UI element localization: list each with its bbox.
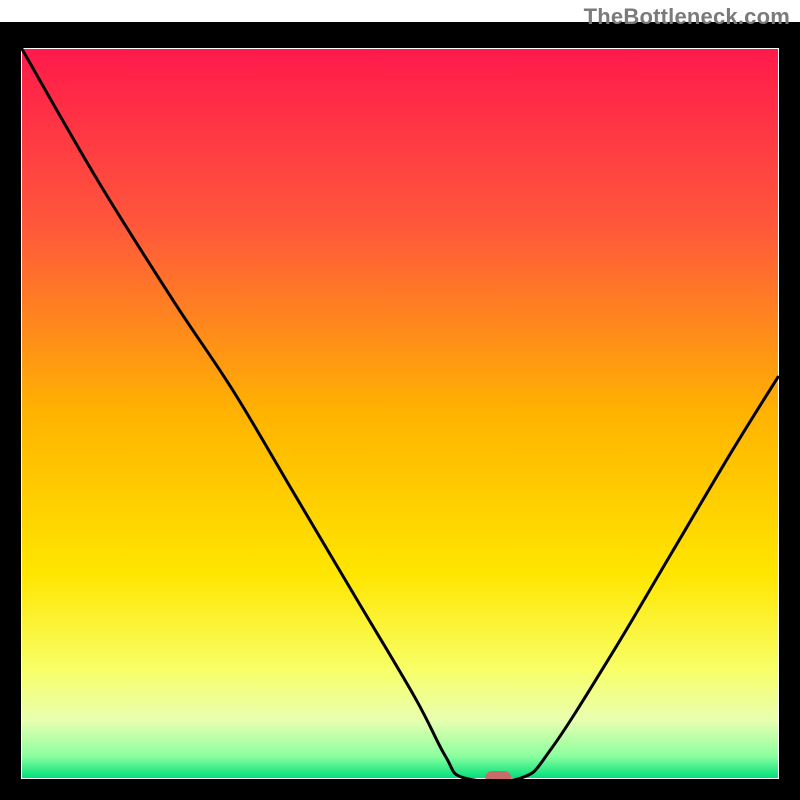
chart-container: TheBottleneck.com	[0, 0, 800, 800]
gradient-background	[22, 49, 778, 778]
plot-area	[8, 35, 792, 792]
bottleneck-chart	[0, 0, 800, 800]
attribution-text: TheBottleneck.com	[584, 4, 790, 30]
